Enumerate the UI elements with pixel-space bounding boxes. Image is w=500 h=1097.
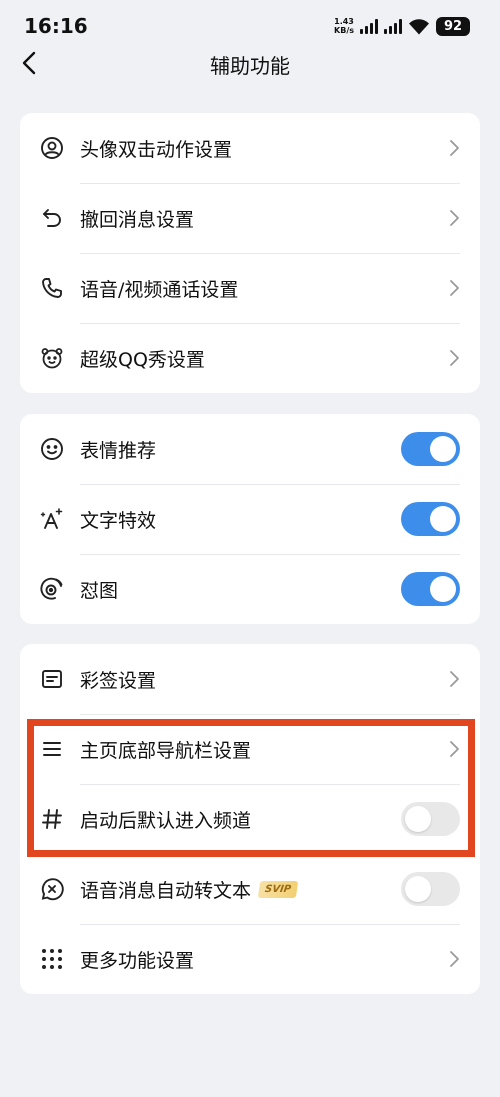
row-emoji-recommend: 表情推荐 xyxy=(20,414,480,484)
row-label: 语音消息自动转文本 xyxy=(80,879,252,902)
note-icon xyxy=(40,667,64,691)
settings-card-3: 彩签设置 主页底部导航栏设置 启动后默认进入频道 语音消息自动转文本 SVIP xyxy=(20,644,480,994)
smiley-icon xyxy=(40,437,64,461)
row-label: 彩签设置 xyxy=(80,669,157,692)
signal-icon-2 xyxy=(384,18,402,34)
row-bottom-nav-settings[interactable]: 主页底部导航栏设置 xyxy=(20,714,480,784)
settings-card-1: 头像双击动作设置 撤回消息设置 语音/视频通话设置 超级QQ秀设置 xyxy=(20,113,480,393)
network-speed-value: 1.43 xyxy=(334,17,354,26)
row-label: 启动后默认进入频道 xyxy=(80,809,252,832)
hash-icon xyxy=(40,807,64,831)
row-more-settings[interactable]: 更多功能设置 xyxy=(20,924,480,994)
row-voice-to-text: 语音消息自动转文本 SVIP xyxy=(20,854,480,924)
undo-icon xyxy=(40,206,64,230)
row-label: 头像双击动作设置 xyxy=(80,138,233,161)
sticker-reply-toggle[interactable] xyxy=(401,572,460,606)
wifi-icon xyxy=(409,18,429,34)
chevron-right-icon xyxy=(450,210,459,226)
row-label: 撤回消息设置 xyxy=(80,208,195,231)
phone-icon xyxy=(40,276,64,300)
battery-indicator: 92 xyxy=(436,16,470,36)
row-sticker-reply: 怼图 xyxy=(20,554,480,624)
row-avatar-double-tap[interactable]: 头像双击动作设置 xyxy=(20,113,480,183)
text-effects-toggle[interactable] xyxy=(401,502,460,536)
row-text-effects: 文字特效 xyxy=(20,484,480,554)
row-call-settings[interactable]: 语音/视频通话设置 xyxy=(20,253,480,323)
emoji-recommend-toggle[interactable] xyxy=(401,432,460,466)
avatar-icon xyxy=(40,136,64,160)
menu-lines-icon xyxy=(40,737,64,761)
chevron-right-icon xyxy=(450,741,459,757)
page-title: 辅助功能 xyxy=(210,54,290,78)
grid-dots-icon xyxy=(40,947,64,971)
settings-card-2: 表情推荐 文字特效 怼图 xyxy=(20,414,480,624)
row-label: 怼图 xyxy=(80,579,119,602)
network-speed: 1.43 KB/s xyxy=(334,17,354,35)
nav-bar: 辅助功能 xyxy=(0,40,500,86)
chevron-right-icon xyxy=(450,280,459,296)
row-color-tag[interactable]: 彩签设置 xyxy=(20,644,480,714)
voice-text-icon xyxy=(40,877,64,901)
row-default-channel: 启动后默认进入频道 xyxy=(20,784,480,854)
text-effect-icon xyxy=(40,507,64,531)
chevron-right-icon xyxy=(450,140,459,156)
row-recall-message[interactable]: 撤回消息设置 xyxy=(20,183,480,253)
chevron-right-icon xyxy=(450,350,459,366)
row-label: 主页底部导航栏设置 xyxy=(80,739,252,762)
status-icons: 1.43 KB/s 92 xyxy=(334,15,470,37)
row-label: 语音/视频通话设置 xyxy=(80,278,239,301)
sticker-face-icon xyxy=(40,577,64,601)
row-label: 更多功能设置 xyxy=(80,949,195,972)
network-speed-unit: KB/s xyxy=(334,26,354,35)
status-time: 16:16 xyxy=(24,14,88,38)
qq-show-icon xyxy=(40,346,64,370)
signal-icon xyxy=(360,18,378,34)
svip-badge: SVIP xyxy=(257,880,299,898)
row-label: 文字特效 xyxy=(80,509,157,532)
chevron-right-icon xyxy=(450,671,459,687)
row-label: 超级QQ秀设置 xyxy=(80,348,205,371)
chevron-right-icon xyxy=(450,951,459,967)
default-channel-toggle[interactable] xyxy=(401,802,460,836)
row-qq-show[interactable]: 超级QQ秀设置 xyxy=(20,323,480,393)
row-label: 表情推荐 xyxy=(80,439,157,462)
voice-to-text-toggle[interactable] xyxy=(401,872,460,906)
